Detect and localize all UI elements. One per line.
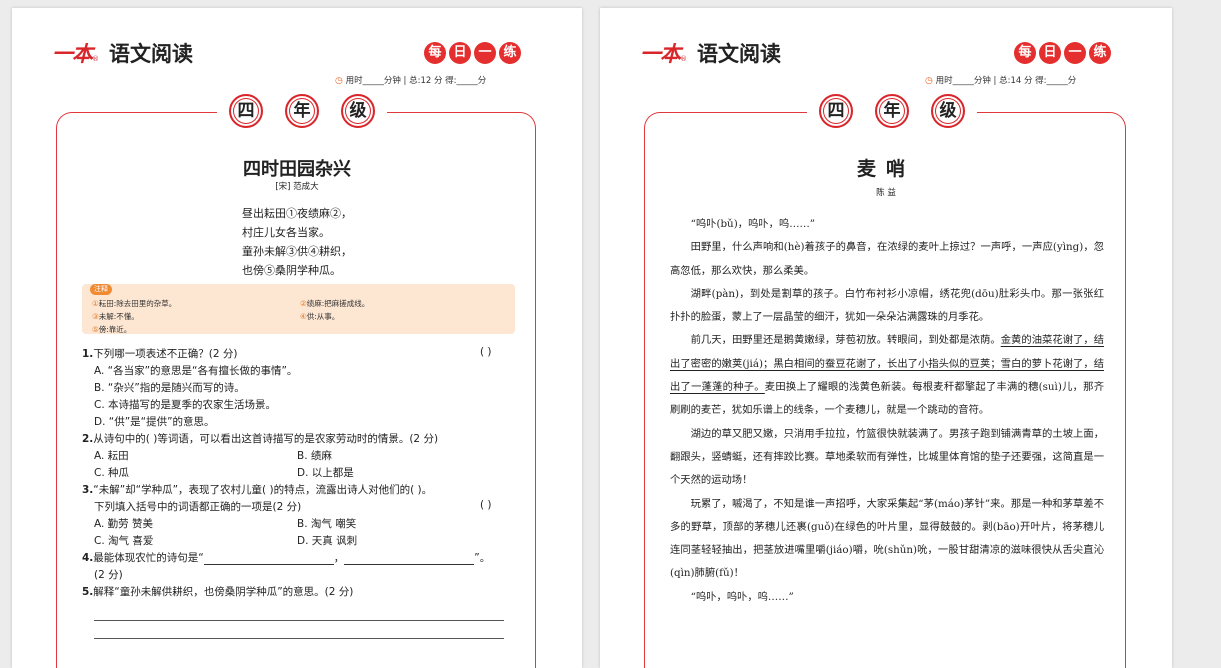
daily-practice-badge: 每 日 一 练	[1014, 42, 1111, 64]
registered-mark: ®	[680, 55, 687, 63]
poem-title: 四时田园杂兴	[243, 159, 351, 180]
timing-text: 用时_____分钟 | 总:12 分 得:_____分	[345, 76, 487, 86]
brand-title: 语文阅读	[697, 42, 781, 66]
poem-body: 昼出耘田①夜绩麻②， 村庄儿女各当家。 童孙未解③供④耕织， 也傍⑤桑阴学种瓜。	[242, 204, 352, 280]
answer-blank[interactable]	[203, 552, 334, 565]
paragraph: 田野里，什么声响和(hè)着孩子的鼻音，在浓绿的麦叶上掠过？一声呼，一声应(yì…	[670, 241, 1104, 277]
question-1: 1.下列哪一项表述不正确？(2 分)	[82, 348, 238, 360]
question-3: 3.“未解”却“学种瓜”，表现了农村儿童( )的特点，流露出诗人对他们的( )。	[82, 484, 433, 496]
paragraph: 湖边的草又肥又嫩，只消用手拉拉，竹篮很快就装满了。男孩子跑到铺满青草的土坡上面，…	[670, 427, 1104, 487]
timing-line: ◷ 用时_____分钟 | 总:14 分 得:_____分	[925, 74, 1076, 86]
option: B. 绩麻	[297, 450, 332, 462]
option: A. 勤劳 赞美	[94, 518, 154, 530]
paragraph: 前几天，田野里还是鹅黄嫩绿，芽苞初放。转眼间，到处都是浓荫。金黄的油菜花谢了，结…	[670, 334, 1105, 417]
question-2: 2.从诗句中的( )等词语，可以看出这首诗描写的是农家劳动时的情景。(2 分)	[82, 433, 439, 445]
annotation: ⑤傍:靠近。	[92, 325, 132, 334]
paragraph: “呜卟(bǔ)，呜卟，呜……”	[690, 218, 816, 230]
question-4: 4.最能体现农忙的诗句是“ ， ”。	[82, 552, 491, 565]
grade-label: 四 年 级	[217, 94, 387, 128]
daily-practice-badge: 每 日 一 练	[424, 42, 521, 64]
annotation: ③未解:不懂。	[92, 312, 139, 321]
daily-char: 日	[449, 42, 471, 64]
brand-logo: 一本	[52, 41, 93, 66]
option: B. 淘气 嘲笑	[297, 518, 357, 530]
clock-icon: ◷	[335, 76, 343, 86]
poem-line: 也傍⑤桑阴学种瓜。	[242, 264, 341, 277]
answer-line[interactable]	[94, 620, 504, 621]
clock-icon: ◷	[925, 76, 933, 86]
question-4-score: (2 分)	[94, 569, 123, 581]
paragraph: 湖畔(pàn)，到处是割草的孩子。白竹布衬衫小凉帽，绣花兜(dōu)肚彩头巾。那…	[670, 287, 1104, 324]
answer-paren[interactable]: ( )	[480, 346, 492, 358]
answer-line[interactable]	[94, 638, 504, 639]
daily-char: 一	[1064, 42, 1086, 64]
grade-char: 级	[341, 94, 375, 128]
worksheet-page-right: 一本 ® 语文阅读 每 日 一 练 ◷ 用时_____分钟 | 总:14 分 得…	[600, 8, 1172, 668]
option: C. 淘气 喜爱	[94, 535, 154, 547]
answer-blank[interactable]	[344, 552, 475, 565]
daily-char: 每	[1014, 42, 1036, 64]
poem-author: [宋] 范成大	[275, 182, 319, 192]
brand: 一本 ® 语文阅读	[640, 38, 781, 68]
daily-char: 一	[474, 42, 496, 64]
option: A. “各当家”的意思是“各有擅长做的事情”。	[94, 365, 298, 377]
paragraph: “呜卟，呜卟，呜……”	[690, 590, 794, 603]
grade-char: 四	[819, 94, 853, 128]
daily-char: 日	[1039, 42, 1061, 64]
brand-title: 语文阅读	[109, 42, 193, 66]
worksheet-page-left: 一本 ® 语文阅读 每 日 一 练 ◷ 用时_____分钟 | 总:12 分 得…	[12, 8, 582, 668]
option: A. 耘田	[94, 450, 129, 462]
annotation: ①耘田:除去田里的杂草。	[92, 299, 177, 308]
daily-char: 每	[424, 42, 446, 64]
registered-mark: ®	[92, 55, 99, 63]
timing-text: 用时_____分钟 | 总:14 分 得:_____分	[935, 76, 1077, 86]
brand: 一本 ® 语文阅读	[52, 38, 193, 68]
question-3-instruction: 下列填入括号中的词语都正确的一项是(2 分)	[94, 501, 302, 513]
daily-char: 练	[1089, 42, 1111, 64]
annotations-box: 注释 ①耘田:除去田里的杂草。 ②绩麻:把麻搓成线。 ③未解:不懂。 ④供:从事…	[82, 284, 515, 334]
daily-char: 练	[499, 42, 521, 64]
question-5: 5.解释“童孙未解供耕织，也傍桑阴学种瓜”的意思。(2 分)	[82, 586, 354, 598]
essay-body: “呜卟(bǔ)，呜卟，呜……” 田野里，什么声响和(hè)着孩子的鼻音，在浓绿的…	[670, 213, 1104, 609]
option: C. 种瓜	[94, 467, 130, 479]
poem-line: 童孙未解③供④耕织，	[242, 245, 352, 258]
annotation: ②绩麻:把麻搓成线。	[300, 299, 370, 308]
annotations-tag: 注释	[90, 284, 112, 295]
grade-char: 年	[285, 94, 319, 128]
option: D. “供”是“提供”的意思。	[94, 416, 215, 428]
brand-logo: 一本	[640, 41, 681, 66]
timing-line: ◷ 用时_____分钟 | 总:12 分 得:_____分	[335, 74, 486, 86]
annotation: ④供:从事。	[300, 312, 340, 321]
option: D. 天真 讽刺	[297, 535, 358, 547]
grade-char: 级	[931, 94, 965, 128]
poem-line: 昼出耘田①夜绩麻②，	[242, 207, 352, 220]
paragraph: 玩累了，嘁渴了，不知是谁一声招呼，大家采集起“茅(máo)茅针”来。那是一种和茅…	[670, 497, 1104, 580]
option: C. 本诗描写的是夏季的农家生活场景。	[94, 399, 277, 411]
grade-char: 四	[229, 94, 263, 128]
essay-author: 陈 益	[876, 188, 896, 198]
answer-paren[interactable]: ( )	[480, 499, 492, 511]
poem-line: 村庄儿女各当家。	[242, 226, 330, 239]
option: B. “杂兴”指的是随兴而写的诗。	[94, 382, 245, 394]
grade-label: 四 年 级	[807, 94, 977, 128]
essay-title: 麦哨	[856, 158, 915, 180]
option: D. 以上都是	[297, 467, 354, 479]
grade-char: 年	[875, 94, 909, 128]
